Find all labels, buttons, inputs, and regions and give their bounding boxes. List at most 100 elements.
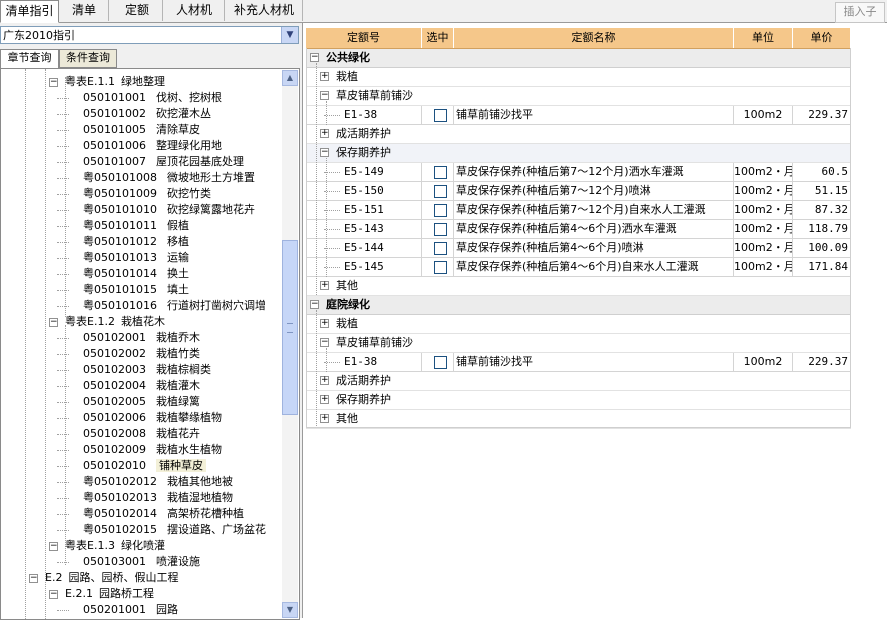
grid-data-row[interactable]: E5-143 草皮保存保养(种植后第4～6个月)洒水车灌溉 100m2・月 118.7…: [306, 220, 851, 239]
top-tab-3[interactable]: 定额: [112, 0, 163, 21]
tree-node[interactable]: 050101001 伐树、挖树根: [83, 90, 222, 106]
top-tab-1[interactable]: 清单指引: [0, 0, 59, 23]
grid-data-row[interactable]: E5-145 草皮保存保养(种植后第4～6个月)自来水人工灌溉 100m2・月 171…: [306, 258, 851, 277]
select-checkbox[interactable]: [434, 166, 447, 179]
grid-subgroup-row[interactable]: + 其他: [306, 277, 851, 296]
chevron-down-icon[interactable]: ▼: [281, 27, 298, 43]
grid-subgroup-row[interactable]: + 成活期养护: [306, 372, 851, 391]
tree-node[interactable]: 粤050101013 运输: [83, 250, 189, 266]
scroll-down-icon[interactable]: ▼: [282, 602, 298, 618]
grid-data-row[interactable]: E1-38 铺草前铺沙找平 100m2 229.37: [306, 106, 851, 125]
grid-header-cell[interactable]: 定额名称: [454, 28, 734, 48]
tree-node[interactable]: 050103001 喷灌设施: [83, 554, 200, 570]
grid-subgroup-row[interactable]: + 其他: [306, 410, 851, 429]
tree-node[interactable]: 粤表E.1.3 绿化喷灌: [65, 538, 165, 554]
tree-node[interactable]: E.2 园路、园桥、假山工程: [45, 570, 178, 586]
tree-collapse-icon[interactable]: −: [29, 574, 38, 583]
select-checkbox[interactable]: [434, 204, 447, 217]
tree-node[interactable]: 粤050102015 摆设道路、广场盆花: [83, 522, 266, 538]
tree-node[interactable]: E.2.1 园路桥工程: [65, 586, 154, 602]
tree-node[interactable]: 粤050101016 行道树打凿树穴调增: [83, 298, 266, 314]
collapse-icon[interactable]: −: [310, 53, 319, 62]
tree-node[interactable]: 050102003 栽植棕榈类: [83, 362, 211, 378]
grid-subgroup-row[interactable]: − 保存期养护: [306, 144, 851, 163]
collapse-icon[interactable]: −: [320, 338, 329, 347]
tree-node[interactable]: 粤050101011 假植: [83, 218, 189, 234]
tree-scrollbar[interactable]: ▲ ▼: [282, 70, 298, 618]
tree-collapse-icon[interactable]: −: [49, 318, 58, 327]
tree-node[interactable]: 粤050102014 高架桥花槽种植: [83, 506, 244, 522]
select-checkbox[interactable]: [434, 223, 447, 236]
select-checkbox[interactable]: [434, 185, 447, 198]
expand-icon[interactable]: +: [320, 414, 329, 423]
expand-icon[interactable]: +: [320, 319, 329, 328]
tree-node[interactable]: 050102006 栽植攀缘植物: [83, 410, 222, 426]
tree-collapse-icon[interactable]: −: [49, 542, 58, 551]
tree-collapse-icon[interactable]: −: [49, 590, 58, 599]
tree-node[interactable]: 050101006 整理绿化用地: [83, 138, 222, 154]
grid-subgroup-row[interactable]: + 栽植: [306, 315, 851, 334]
tree-node[interactable]: 050102001 栽植乔木: [83, 330, 200, 346]
insert-child-button[interactable]: 插入子: [835, 2, 885, 23]
expand-icon[interactable]: +: [320, 395, 329, 404]
select-checkbox[interactable]: [434, 356, 447, 369]
tree-node[interactable]: 粤050101012 移植: [83, 234, 189, 250]
expand-icon[interactable]: +: [320, 281, 329, 290]
expand-icon[interactable]: +: [320, 72, 329, 81]
tree-node[interactable]: 050101007 屋顶花园基底处理: [83, 154, 244, 170]
grid-header-cell[interactable]: 定额号: [306, 28, 422, 48]
tree-node[interactable]: 050102009 栽植水生植物: [83, 442, 222, 458]
tree-node[interactable]: 050102010 铺种草皮: [83, 458, 206, 474]
grid-data-row[interactable]: E1-38 铺草前铺沙找平 100m2 229.37: [306, 353, 851, 372]
tree-node[interactable]: 粤050102012 栽植其他地被: [83, 474, 233, 490]
tree-node[interactable]: 050102005 栽植绿篱: [83, 394, 200, 410]
tree-node[interactable]: 粤表E.1.2 栽植花木: [65, 314, 165, 330]
tree-connector: [57, 338, 69, 339]
tree-node[interactable]: 粤050101014 换土: [83, 266, 189, 282]
grid-group-row[interactable]: − 公共绿化: [306, 49, 851, 68]
collapse-icon[interactable]: −: [320, 148, 329, 157]
tree-node[interactable]: 050102002 栽植竹类: [83, 346, 200, 362]
tree-node[interactable]: 050101005 清除草皮: [83, 122, 200, 138]
tree-node[interactable]: 050102004 栽植灌木: [83, 378, 200, 394]
query-tab-2[interactable]: 条件查询: [59, 49, 117, 68]
grid-subgroup-row[interactable]: + 保存期养护: [306, 391, 851, 410]
top-tab-4[interactable]: 人材机: [164, 0, 225, 21]
expand-icon[interactable]: +: [320, 129, 329, 138]
tree-collapse-icon[interactable]: −: [49, 78, 58, 87]
grid-header-cell[interactable]: 选中: [422, 28, 454, 48]
collapse-icon[interactable]: −: [310, 300, 319, 309]
grid-header-cell[interactable]: 单价: [793, 28, 851, 48]
top-tab-2[interactable]: 清单: [60, 0, 109, 21]
scroll-up-icon[interactable]: ▲: [282, 70, 298, 86]
expand-icon[interactable]: +: [320, 376, 329, 385]
grid-data-row[interactable]: E5-149 草皮保存保养(种植后第7～12个月)洒水车灌溉 100m2・月 60.5: [306, 163, 851, 182]
tree-node[interactable]: 粤050101008 微坡地形土方堆置: [83, 170, 255, 186]
top-tab-5[interactable]: 补充人材机: [226, 0, 303, 21]
tree-node[interactable]: 粤050101015 填土: [83, 282, 189, 298]
region-select[interactable]: 广东2010指引 ▼: [0, 26, 299, 44]
tree-node[interactable]: 粤表E.1.1 绿地整理: [65, 74, 165, 90]
grid-group-label: 公共绿化: [326, 51, 370, 64]
select-checkbox[interactable]: [434, 242, 447, 255]
query-tab-1[interactable]: 章节查询: [0, 49, 59, 69]
grid-subgroup-row[interactable]: + 成活期养护: [306, 125, 851, 144]
grid-subgroup-row[interactable]: − 草皮铺草前铺沙: [306, 334, 851, 353]
grid-header-cell[interactable]: 单位: [734, 28, 793, 48]
tree-node[interactable]: 粤050101010 砍挖绿篱露地花卉: [83, 202, 255, 218]
grid-data-row[interactable]: E5-144 草皮保存保养(种植后第4～6个月)喷淋 100m2・月 100.09: [306, 239, 851, 258]
tree-node[interactable]: 050101002 砍挖灌木丛: [83, 106, 211, 122]
grid-data-row[interactable]: E5-151 草皮保存保养(种植后第7～12个月)自来水人工灌溉 100m2・月 87…: [306, 201, 851, 220]
grid-data-row[interactable]: E5-150 草皮保存保养(种植后第7～12个月)喷淋 100m2・月 51.15: [306, 182, 851, 201]
select-checkbox[interactable]: [434, 261, 447, 274]
tree-node[interactable]: 粤050102013 栽植湿地植物: [83, 490, 233, 506]
collapse-icon[interactable]: −: [320, 91, 329, 100]
grid-group-row[interactable]: − 庭院绿化: [306, 296, 851, 315]
tree-node[interactable]: 粤050101009 砍挖竹类: [83, 186, 211, 202]
select-checkbox[interactable]: [434, 109, 447, 122]
scrollbar-thumb[interactable]: [282, 240, 298, 415]
tree-node[interactable]: 050102008 栽植花卉: [83, 426, 200, 442]
tree-node[interactable]: 050201001 园路: [83, 602, 178, 618]
grid-subgroup-row[interactable]: − 草皮铺草前铺沙: [306, 87, 851, 106]
grid-subgroup-row[interactable]: + 栽植: [306, 68, 851, 87]
